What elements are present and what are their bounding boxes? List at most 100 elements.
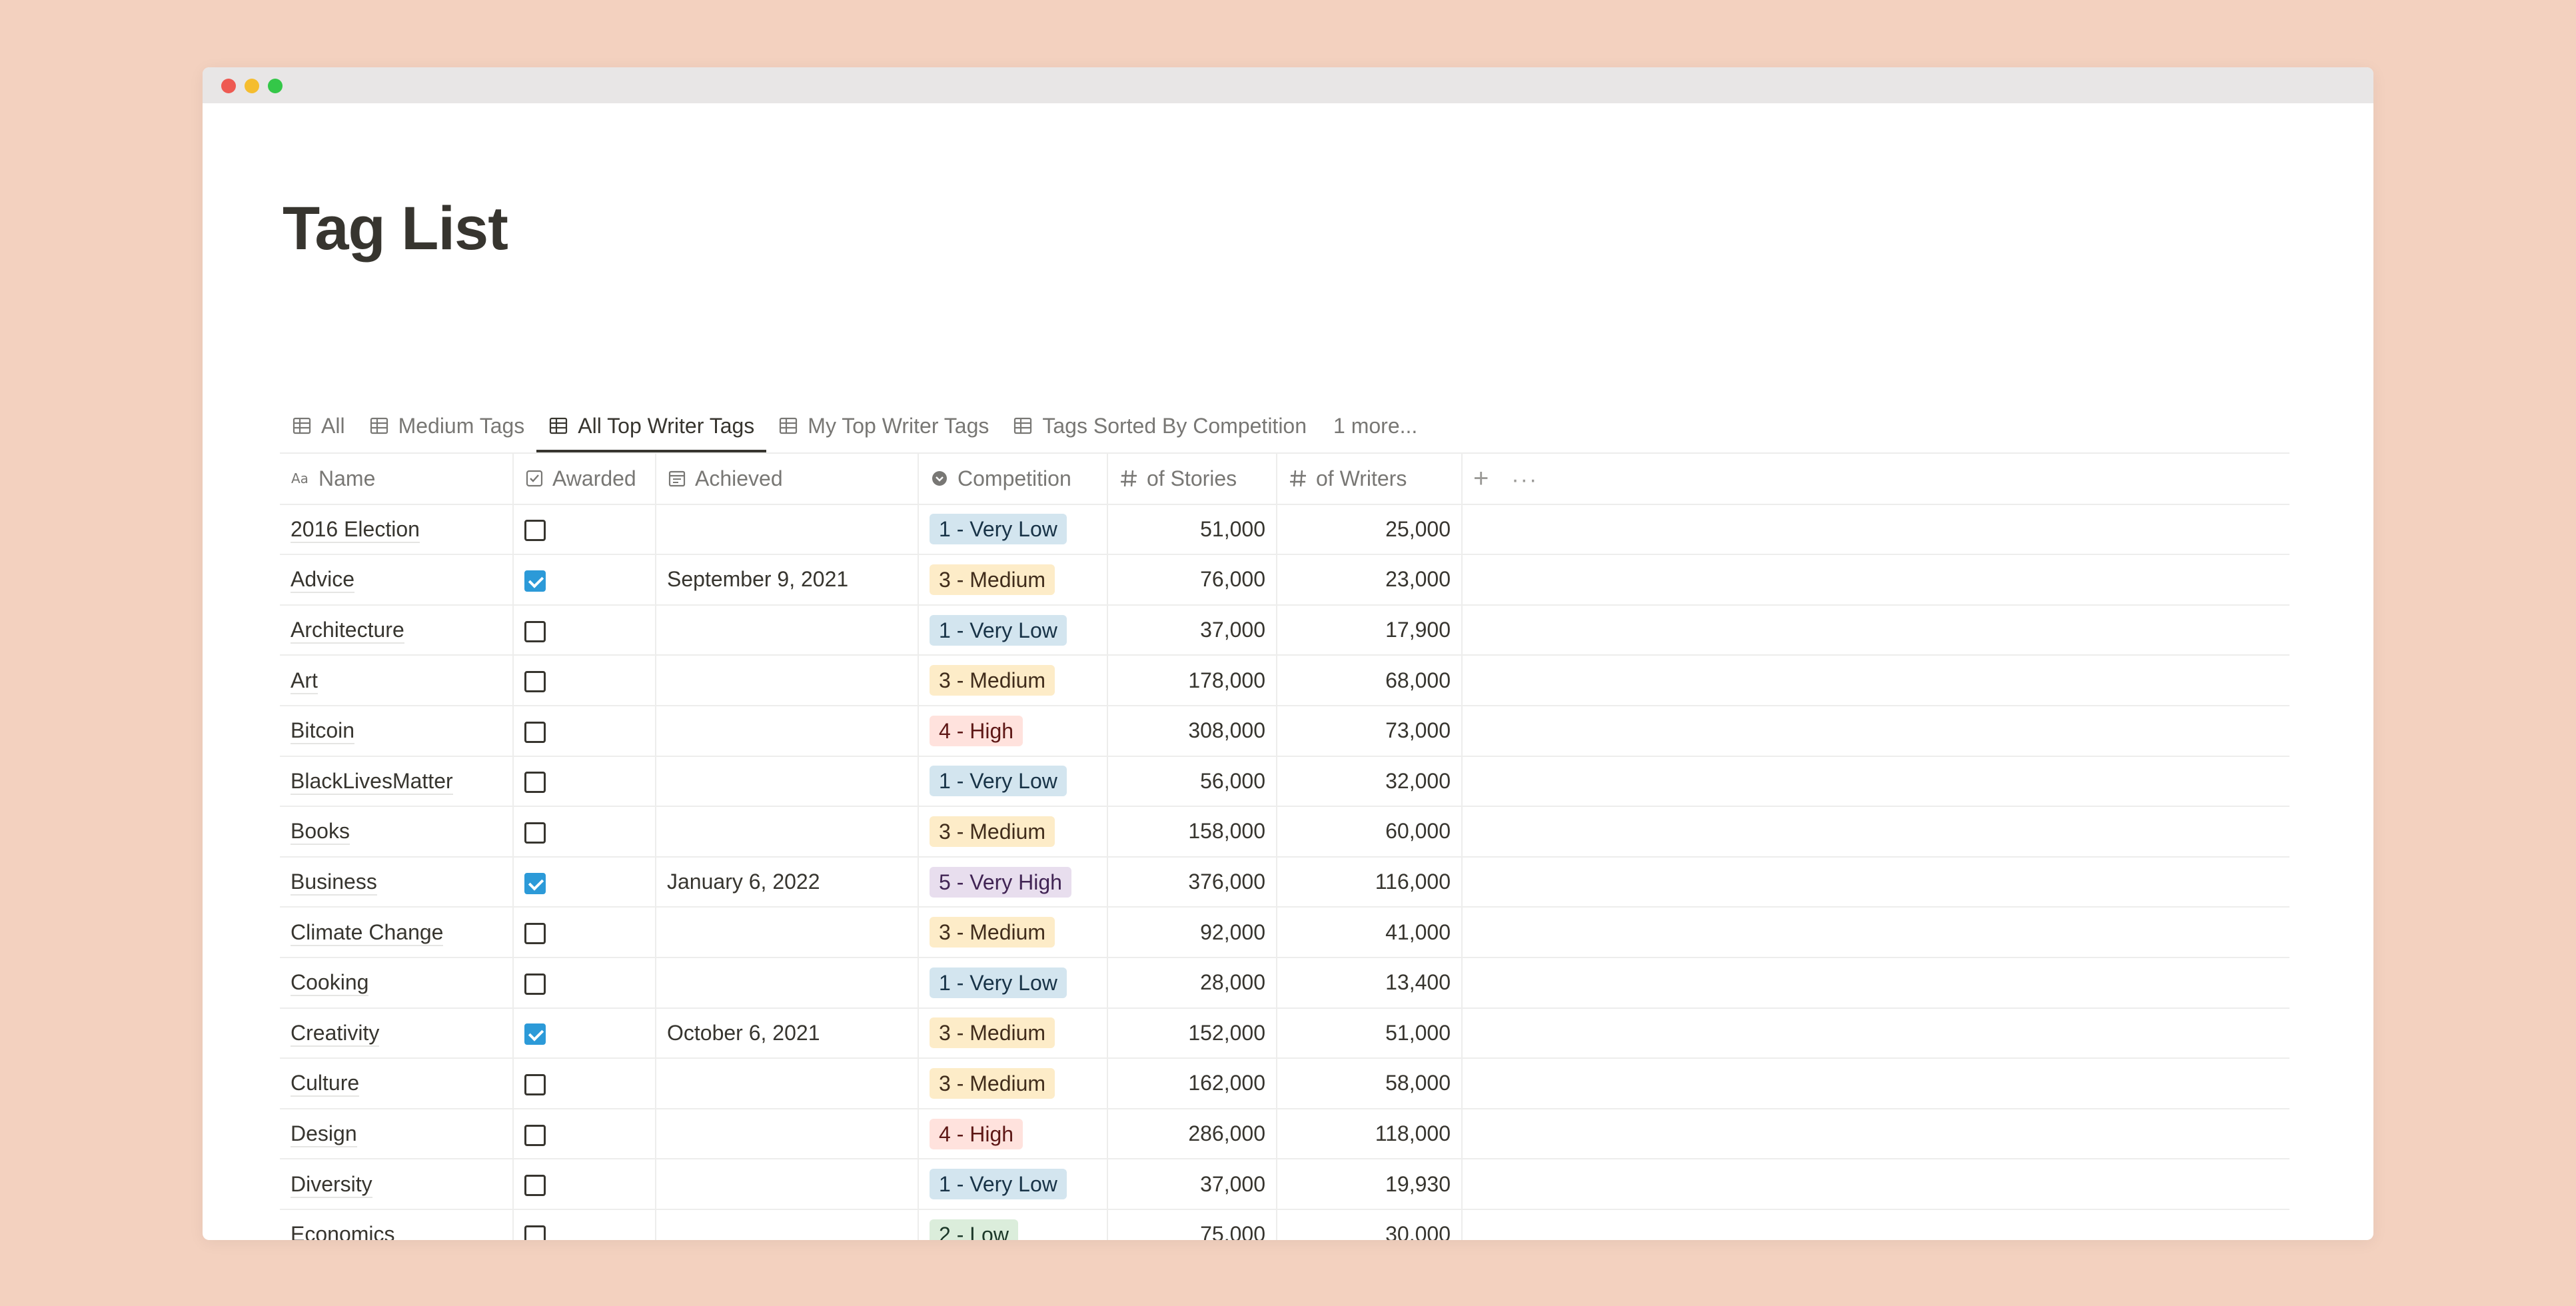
awarded-checkbox[interactable] [524, 1073, 546, 1095]
cell-name[interactable]: 2016 Election [280, 504, 513, 556]
cell-achieved[interactable] [655, 604, 918, 656]
add-column-button[interactable]: + [1473, 464, 1489, 493]
cell-stories[interactable]: 76,000 [1107, 554, 1277, 606]
cell-name[interactable]: Advice [280, 554, 513, 606]
awarded-checkbox[interactable] [524, 973, 546, 995]
cell-stories[interactable]: 308,000 [1107, 705, 1277, 757]
cell-name[interactable]: Architecture [280, 604, 513, 656]
cell-writers[interactable]: 58,000 [1276, 1058, 1462, 1109]
cell-competition[interactable]: 1 - Very Low [918, 1159, 1107, 1210]
awarded-checkbox[interactable] [524, 872, 546, 894]
awarded-checkbox[interactable] [524, 620, 546, 642]
cell-achieved[interactable]: September 9, 2021 [655, 554, 918, 606]
table-row[interactable]: Economics 2 - Low 75,000 30,000 [280, 1209, 2289, 1240]
cell-stories[interactable]: 28,000 [1107, 957, 1277, 1009]
cell-achieved[interactable]: October 6, 2021 [655, 1007, 918, 1059]
more-options-button[interactable]: ··· [1511, 467, 1538, 492]
table-row[interactable]: Architecture 1 - Very Low 37,000 17,900 [280, 604, 2289, 656]
cell-name[interactable]: Business [280, 856, 513, 908]
cell-writers[interactable]: 41,000 [1276, 907, 1462, 958]
cell-name[interactable]: Art [280, 655, 513, 706]
table-row[interactable]: Creativity October 6, 2021 3 - Medium 152,0… [280, 1007, 2289, 1059]
cell-writers[interactable]: 116,000 [1276, 856, 1462, 908]
column-header-of-writers[interactable]: of Writers [1276, 454, 1462, 505]
cell-name[interactable]: Cooking [280, 957, 513, 1009]
cell-writers[interactable]: 17,900 [1276, 604, 1462, 656]
awarded-checkbox[interactable] [524, 520, 546, 542]
tab-my-top-writer-tags[interactable]: My Top Writer Tags [766, 400, 1001, 451]
cell-stories[interactable]: 92,000 [1107, 907, 1277, 958]
column-header-achieved[interactable]: Achieved [655, 454, 918, 505]
table-row[interactable]: Design 4 - High 286,000 118,000 [280, 1108, 2289, 1160]
cell-writers[interactable]: 68,000 [1276, 655, 1462, 706]
cell-achieved[interactable] [655, 1159, 918, 1210]
column-header-of-stories[interactable]: of Stories [1107, 454, 1277, 505]
cell-stories[interactable]: 178,000 [1107, 655, 1277, 706]
cell-competition[interactable]: 3 - Medium [918, 554, 1107, 606]
cell-name[interactable]: BlackLivesMatter [280, 756, 513, 808]
tab-medium-tags[interactable]: Medium Tags [357, 400, 537, 451]
cell-competition[interactable]: 1 - Very Low [918, 504, 1107, 556]
cell-competition[interactable]: 3 - Medium [918, 907, 1107, 958]
cell-achieved[interactable] [655, 907, 918, 958]
cell-writers[interactable]: 23,000 [1276, 554, 1462, 606]
cell-writers[interactable]: 118,000 [1276, 1108, 1462, 1160]
table-row[interactable]: Books 3 - Medium 158,000 60,000 [280, 806, 2289, 858]
cell-name[interactable]: Culture [280, 1058, 513, 1109]
awarded-checkbox[interactable] [524, 772, 546, 794]
table-row[interactable]: Culture 3 - Medium 162,000 58,000 [280, 1058, 2289, 1109]
awarded-checkbox[interactable] [524, 671, 546, 693]
cell-competition[interactable]: 1 - Very Low [918, 604, 1107, 656]
cell-achieved[interactable] [655, 806, 918, 858]
awarded-checkbox[interactable] [524, 1023, 546, 1045]
table-row[interactable]: 2016 Election 1 - Very Low 51,000 25,000 [280, 504, 2289, 556]
cell-stories[interactable]: 51,000 [1107, 504, 1277, 556]
awarded-checkbox[interactable] [524, 721, 546, 743]
cell-achieved[interactable] [655, 705, 918, 757]
cell-achieved[interactable] [655, 756, 918, 808]
table-row[interactable]: Cooking 1 - Very Low 28,000 13,400 [280, 957, 2289, 1009]
cell-achieved[interactable] [655, 1209, 918, 1240]
cell-stories[interactable]: 56,000 [1107, 756, 1277, 808]
cell-name[interactable]: Climate Change [280, 907, 513, 958]
cell-writers[interactable]: 73,000 [1276, 705, 1462, 757]
cell-competition[interactable]: 3 - Medium [918, 1007, 1107, 1059]
cell-writers[interactable]: 30,000 [1276, 1209, 1462, 1240]
cell-stories[interactable]: 152,000 [1107, 1007, 1277, 1059]
minimize-window-button[interactable] [245, 79, 259, 93]
maximize-window-button[interactable] [268, 79, 283, 93]
cell-stories[interactable]: 75,000 [1107, 1209, 1277, 1240]
table-row[interactable]: Diversity 1 - Very Low 37,000 19,930 [280, 1159, 2289, 1210]
awarded-checkbox[interactable] [524, 822, 546, 844]
cell-stories[interactable]: 376,000 [1107, 856, 1277, 908]
awarded-checkbox[interactable] [524, 570, 546, 592]
cell-competition[interactable]: 3 - Medium [918, 655, 1107, 706]
cell-name[interactable]: Bitcoin [280, 705, 513, 757]
cell-stories[interactable]: 286,000 [1107, 1108, 1277, 1160]
tab-1-more[interactable]: 1 more... [1319, 400, 1429, 451]
cell-competition[interactable]: 4 - High [918, 1108, 1107, 1160]
awarded-checkbox[interactable] [524, 923, 546, 945]
cell-competition[interactable]: 2 - Low [918, 1209, 1107, 1240]
cell-competition[interactable]: 5 - Very High [918, 856, 1107, 908]
cell-writers[interactable]: 51,000 [1276, 1007, 1462, 1059]
cell-competition[interactable]: 3 - Medium [918, 806, 1107, 858]
cell-name[interactable]: Diversity [280, 1159, 513, 1210]
cell-stories[interactable]: 37,000 [1107, 604, 1277, 656]
cell-name[interactable]: Books [280, 806, 513, 858]
cell-competition[interactable]: 1 - Very Low [918, 957, 1107, 1009]
tab-tags-sorted-by-competition[interactable]: Tags Sorted By Competition [1001, 400, 1319, 451]
column-header-awarded[interactable]: Awarded [512, 454, 656, 505]
close-window-button[interactable] [221, 79, 236, 93]
table-row[interactable]: Advice September 9, 2021 3 - Medium 76,000 2… [280, 554, 2289, 606]
cell-competition[interactable]: 4 - High [918, 705, 1107, 757]
cell-writers[interactable]: 32,000 [1276, 756, 1462, 808]
tab-all-top-writer-tags[interactable]: All Top Writer Tags [536, 400, 767, 452]
table-row[interactable]: Business January 6, 2022 5 - Very High 376,… [280, 856, 2289, 908]
awarded-checkbox[interactable] [524, 1124, 546, 1146]
column-header-competition[interactable]: Competition [918, 454, 1107, 505]
cell-writers[interactable]: 13,400 [1276, 957, 1462, 1009]
column-header-name[interactable]: Aa Name [280, 454, 513, 505]
cell-competition[interactable]: 1 - Very Low [918, 756, 1107, 808]
cell-name[interactable]: Economics [280, 1209, 513, 1240]
